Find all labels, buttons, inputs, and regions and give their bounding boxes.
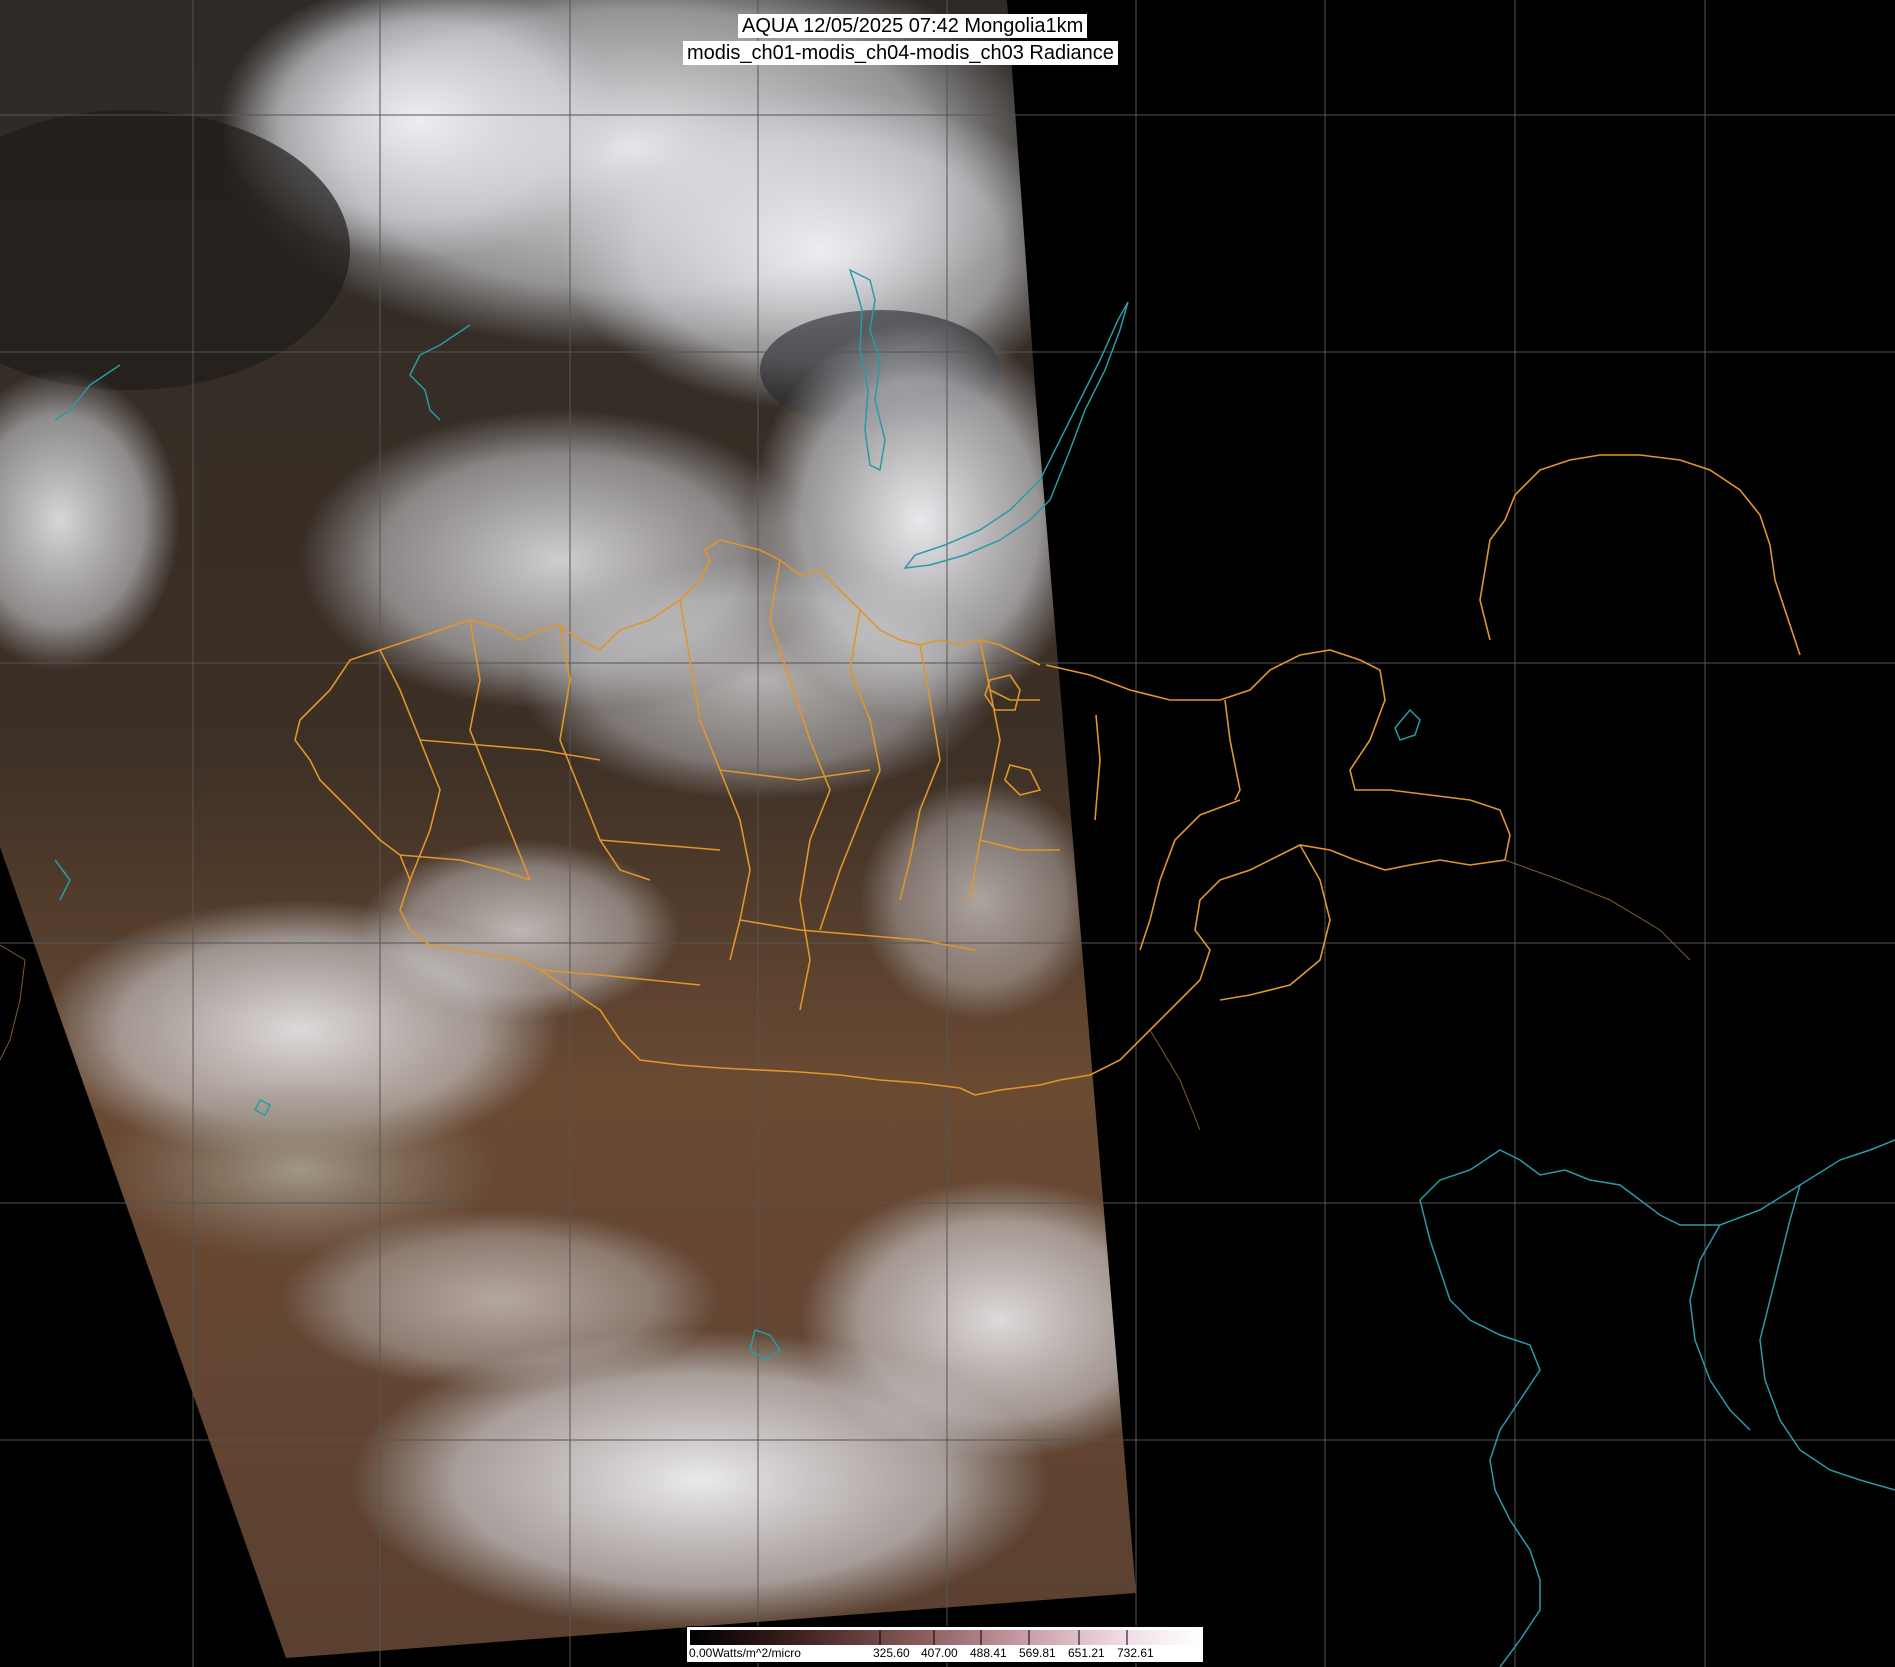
colorbar-label-max: 732.61 — [1117, 1646, 1154, 1660]
map-title-line2: modis_ch01-modis_ch04-modis_ch03 Radianc… — [683, 41, 1118, 65]
colorbar-label: 325.60 — [873, 1646, 910, 1660]
colorbar-ramp — [690, 1630, 1200, 1645]
colorbar-label-min: 0.00Watts/m^2/micro — [689, 1646, 801, 1660]
colorbar-legend: 0.00Watts/m^2/micro 325.60 407.00 488.41… — [686, 1626, 1204, 1663]
colorbar-label: 488.41 — [970, 1646, 1007, 1660]
map-title-line1: AQUA 12/05/2025 07:42 Mongolia1km — [738, 14, 1088, 38]
satellite-map — [0, 0, 1895, 1667]
colorbar-label: 407.00 — [921, 1646, 958, 1660]
colorbar-label: 569.81 — [1019, 1646, 1056, 1660]
colorbar-label: 651.21 — [1068, 1646, 1105, 1660]
